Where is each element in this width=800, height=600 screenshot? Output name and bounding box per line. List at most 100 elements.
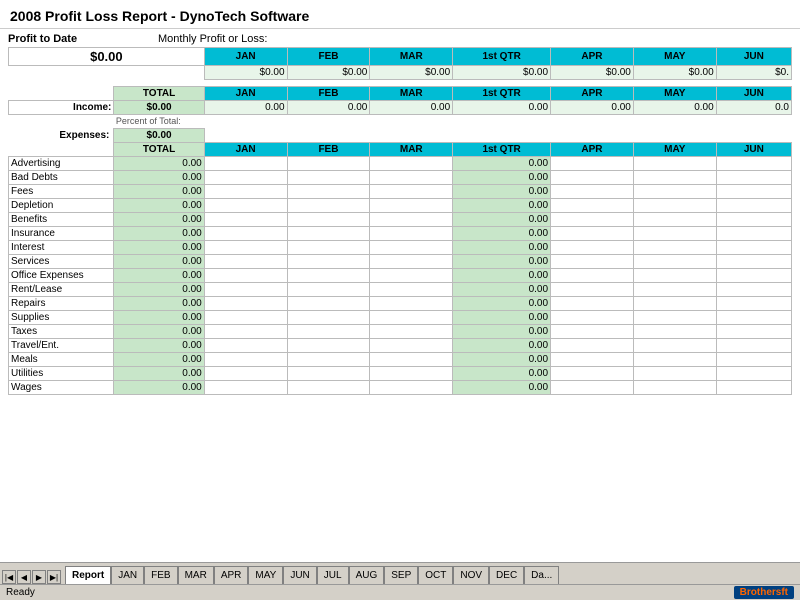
tab-jul[interactable]: JUL xyxy=(317,566,349,584)
rent-lease-label: Rent/Lease xyxy=(9,283,114,297)
income-feb: 0.00 xyxy=(287,101,370,115)
tab-apr[interactable]: APR xyxy=(214,566,249,584)
brothersoft-logo: Brothersft xyxy=(734,586,794,599)
income-qtr1: 0.00 xyxy=(453,101,551,115)
mar-header: MAR xyxy=(370,48,453,66)
feb-col-header2: FEB xyxy=(287,87,370,101)
expenses-label: Expenses: xyxy=(9,129,114,143)
tab-aug[interactable]: AUG xyxy=(349,566,385,584)
status-text: Ready xyxy=(6,587,35,598)
may-col-header2: MAY xyxy=(633,87,716,101)
status-bar: Ready Brothersft xyxy=(0,584,800,600)
expense-row-advertising: Advertising 0.00 0.00 xyxy=(9,157,792,171)
tab-jan[interactable]: JAN xyxy=(111,566,144,584)
qtr1-monthly: $0.00 xyxy=(453,66,551,80)
income-apr: 0.00 xyxy=(551,101,634,115)
depletion-label: Depletion xyxy=(9,199,114,213)
bad-debts-label: Bad Debts xyxy=(9,171,114,185)
nav-arrows: |◀ ◀ ▶ ▶| xyxy=(2,570,61,584)
expense-row-supplies: Supplies 0.00 0.00 xyxy=(9,311,792,325)
expenses-total: $0.00 xyxy=(114,129,204,143)
taxes-label: Taxes xyxy=(9,325,114,339)
income-label: Income: xyxy=(9,101,114,115)
expense-row-travel-ent: Travel/Ent. 0.00 0.00 xyxy=(9,339,792,353)
tab-nov[interactable]: NOV xyxy=(453,566,489,584)
content-area: Profit to Date Monthly Profit or Loss: $… xyxy=(0,29,800,562)
expense-row-repairs: Repairs 0.00 0.00 xyxy=(9,297,792,311)
jan-header: JAN xyxy=(204,48,287,66)
exp-may-header: MAY xyxy=(633,143,716,157)
monthly-profit-label: Monthly Profit or Loss: xyxy=(158,33,267,45)
wages-label: Wages xyxy=(9,381,114,395)
profit-to-date-label: Profit to Date xyxy=(8,33,138,45)
expense-row-interest: Interest 0.00 0.00 xyxy=(9,241,792,255)
main-window: 2008 Profit Loss Report - DynoTech Softw… xyxy=(0,0,800,600)
expense-row-rent-lease: Rent/Lease 0.00 0.00 xyxy=(9,283,792,297)
expense-row-wages: Wages 0.00 0.00 xyxy=(9,381,792,395)
tab-report[interactable]: Report xyxy=(65,566,111,584)
advertising-total: 0.00 xyxy=(114,157,204,171)
jun-col-header2: JUN xyxy=(716,87,791,101)
income-jan: 0.00 xyxy=(204,101,287,115)
expense-row-utilities: Utilities 0.00 0.00 xyxy=(9,367,792,381)
expense-row-fees: Fees 0.00 0.00 xyxy=(9,185,792,199)
title-bar: 2008 Profit Loss Report - DynoTech Softw… xyxy=(0,0,800,29)
percent-label: Percent of Total: xyxy=(114,115,792,128)
feb-header: FEB xyxy=(287,48,370,66)
jun-header: JUN xyxy=(716,48,791,66)
exp-feb-header: FEB xyxy=(287,143,370,157)
jun-monthly: $0. xyxy=(716,66,791,80)
may-header: MAY xyxy=(633,48,716,66)
tab-oct[interactable]: OCT xyxy=(418,566,453,584)
advertising-label: Advertising xyxy=(9,157,114,171)
expense-row-office-expenses: Office Expenses 0.00 0.00 xyxy=(9,269,792,283)
exp-total-header: TOTAL xyxy=(114,143,204,157)
exp-jun-header: JUN xyxy=(716,143,791,157)
income-total: $0.00 xyxy=(114,101,204,115)
tab-bar: |◀ ◀ ▶ ▶| Report JAN FEB MAR APR MAY JUN… xyxy=(0,562,800,584)
profit-header: Profit to Date Monthly Profit or Loss: xyxy=(8,33,792,45)
apr-header: APR xyxy=(551,48,634,66)
tab-jun[interactable]: JUN xyxy=(283,566,316,584)
expense-row-insurance: Insurance 0.00 0.00 xyxy=(9,227,792,241)
qtr1-header: 1st QTR xyxy=(453,48,551,66)
benefits-label: Benefits xyxy=(9,213,114,227)
tab-dec[interactable]: DEC xyxy=(489,566,524,584)
office-expenses-label: Office Expenses xyxy=(9,269,114,283)
exp-mar-header: MAR xyxy=(370,143,453,157)
last-sheet-button[interactable]: ▶| xyxy=(47,570,61,584)
expense-row-bad-debts: Bad Debts 0.00 0.00 xyxy=(9,171,792,185)
tab-mar[interactable]: MAR xyxy=(178,566,214,584)
income-may: 0.00 xyxy=(633,101,716,115)
tab-sep[interactable]: SEP xyxy=(384,566,418,584)
supplies-label: Supplies xyxy=(9,311,114,325)
first-sheet-button[interactable]: |◀ xyxy=(2,570,16,584)
tab-feb[interactable]: FEB xyxy=(144,566,177,584)
travel-ent-label: Travel/Ent. xyxy=(9,339,114,353)
expense-row-taxes: Taxes 0.00 0.00 xyxy=(9,325,792,339)
logo-suffix: ft xyxy=(781,587,788,598)
exp-apr-header: APR xyxy=(551,143,634,157)
fees-label: Fees xyxy=(9,185,114,199)
qtr1-col-header2: 1st QTR xyxy=(453,87,551,101)
next-sheet-button[interactable]: ▶ xyxy=(32,570,46,584)
meals-label: Meals xyxy=(9,353,114,367)
tab-da[interactable]: Da... xyxy=(524,566,559,584)
tab-may[interactable]: MAY xyxy=(248,566,283,584)
may-monthly: $0.00 xyxy=(633,66,716,80)
exp-jan-header: JAN xyxy=(204,143,287,157)
income-table: TOTAL JAN FEB MAR 1st QTR APR MAY JUN In… xyxy=(8,86,792,127)
repairs-label: Repairs xyxy=(9,297,114,311)
income-mar: 0.00 xyxy=(370,101,453,115)
exp-qtr1-header: 1st QTR xyxy=(453,143,551,157)
logo-text: Brothers xyxy=(740,587,782,598)
expense-row-meals: Meals 0.00 0.00 xyxy=(9,353,792,367)
prev-sheet-button[interactable]: ◀ xyxy=(17,570,31,584)
income-jun: 0.0 xyxy=(716,101,791,115)
profit-value-cell: $0.00 xyxy=(9,48,205,66)
apr-monthly: $0.00 xyxy=(551,66,634,80)
utilities-label: Utilities xyxy=(9,367,114,381)
feb-monthly: $0.00 xyxy=(287,66,370,80)
services-label: Services xyxy=(9,255,114,269)
advertising-qtr: 0.00 xyxy=(453,157,551,171)
